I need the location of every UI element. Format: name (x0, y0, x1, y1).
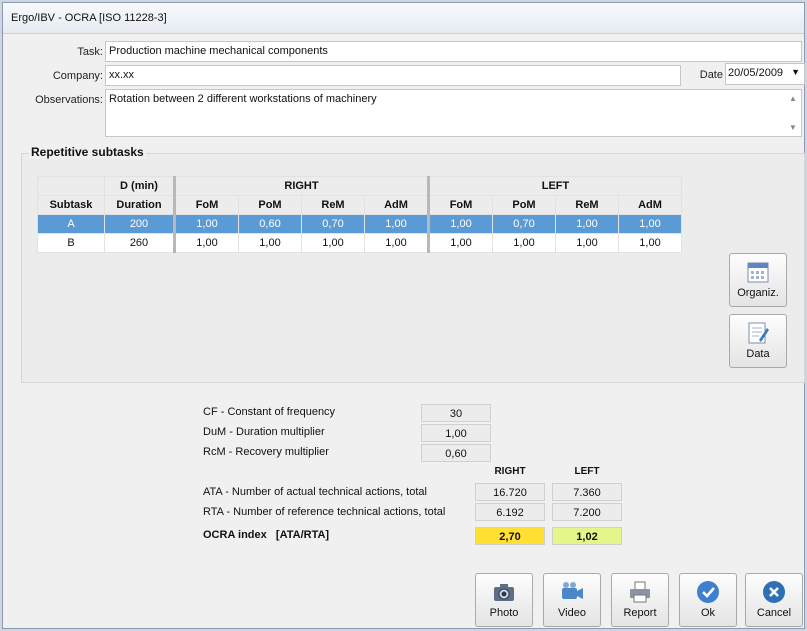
cell-duration[interactable]: 260 (104, 233, 175, 253)
cell-r-adm[interactable]: 1,00 (364, 214, 429, 234)
col-r-pom-header: PoM (238, 195, 302, 215)
col-r-rem-header: ReM (301, 195, 365, 215)
company-input[interactable]: xx.xx (105, 65, 681, 86)
organiz-button[interactable]: Organiz. (729, 253, 787, 307)
cell-r-fom[interactable]: 1,00 (173, 233, 239, 253)
scroll-down-icon[interactable]: ▼ (787, 123, 799, 132)
cell-r-fom[interactable]: 1,00 (173, 214, 239, 234)
ok-button[interactable]: Ok (679, 573, 737, 627)
cell-l-pom[interactable]: 0,70 (492, 214, 556, 234)
cell-r-rem[interactable]: 0,70 (301, 214, 365, 234)
cf-label: CF - Constant of frequency (203, 406, 336, 418)
subtasks-title: Repetitive subtasks (29, 145, 146, 159)
photo-button[interactable]: Photo (475, 573, 533, 627)
video-button[interactable]: Video (543, 573, 601, 627)
cell-r-pom[interactable]: 0,60 (238, 214, 302, 234)
col-l-adm-header: AdM (618, 195, 682, 215)
col-l-pom-header: PoM (492, 195, 556, 215)
left-header: LEFT (427, 176, 682, 196)
data-label: Data (746, 348, 770, 360)
observations-textarea[interactable]: Rotation between 2 different workstation… (105, 89, 802, 137)
observations-label: Observations: (35, 94, 103, 106)
cancel-icon (763, 581, 785, 603)
cf-value: 30 (421, 404, 491, 422)
company-label: Company: (52, 70, 103, 82)
col-subtask-spacer (37, 176, 105, 196)
table-row[interactable]: B 260 1,00 1,00 1,00 1,00 1,00 1,00 1,00… (37, 233, 682, 253)
organiz-label: Organiz. (737, 287, 779, 299)
rta-left-value: 7.200 (552, 503, 622, 521)
ata-left-value: 7.360 (552, 483, 622, 501)
cell-l-fom[interactable]: 1,00 (427, 214, 493, 234)
calendar-icon (747, 262, 769, 283)
rcm-label: RcM - Recovery multiplier (203, 446, 329, 458)
video-label: Video (558, 607, 586, 619)
ok-label: Ok (700, 607, 716, 619)
subtasks-table: D (min) RIGHT LEFT Subtask Duration FoM … (37, 176, 682, 253)
col-r-fom-header: FoM (173, 195, 239, 215)
ocra-right-value: 2,70 (475, 527, 545, 545)
cell-l-fom[interactable]: 1,00 (427, 233, 493, 253)
camera-icon (494, 584, 514, 601)
cell-r-adm[interactable]: 1,00 (364, 233, 429, 253)
right-header: RIGHT (173, 176, 429, 196)
dum-label: DuM - Duration multiplier (203, 426, 325, 438)
cell-r-rem[interactable]: 1,00 (301, 233, 365, 253)
data-button[interactable]: Data (729, 314, 787, 368)
observations-text: Rotation between 2 different workstation… (109, 93, 377, 105)
ata-label: ATA - Number of actual technical actions… (203, 486, 427, 498)
date-picker[interactable]: 20/05/2009 ▼ (725, 63, 805, 85)
photo-label: Photo (489, 607, 519, 619)
video-camera-icon (562, 582, 583, 599)
date-value: 20/05/2009 (728, 67, 784, 79)
rcm-value: 0,60 (421, 444, 491, 462)
checkmark-icon (697, 581, 719, 603)
rta-right-value: 6.192 (475, 503, 545, 521)
report-button[interactable]: Report (611, 573, 669, 627)
observations-scrollbar[interactable]: ▲ ▼ (787, 92, 799, 134)
rta-label: RTA - Number of reference technical acti… (203, 506, 446, 518)
col-l-fom-header: FoM (427, 195, 493, 215)
col-l-rem-header: ReM (555, 195, 619, 215)
cell-l-pom[interactable]: 1,00 (492, 233, 556, 253)
summary-left-header: LEFT (574, 466, 600, 477)
task-input[interactable]: Production machine mechanical components (105, 41, 802, 62)
cell-l-rem[interactable]: 1,00 (555, 233, 619, 253)
cancel-button[interactable]: Cancel (745, 573, 803, 627)
cell-duration[interactable]: 200 (104, 214, 175, 234)
chevron-down-icon[interactable]: ▼ (791, 67, 800, 77)
col-duration-header: Duration (104, 195, 175, 215)
col-r-adm-header: AdM (364, 195, 429, 215)
cell-subtask[interactable]: A (37, 214, 105, 234)
col-dmin-header: D (min) (104, 176, 175, 196)
dum-value: 1,00 (421, 424, 491, 442)
cell-subtask[interactable]: B (37, 233, 105, 253)
cancel-label: Cancel (756, 607, 792, 619)
task-label: Task: (77, 46, 103, 58)
cell-l-adm[interactable]: 1,00 (618, 214, 682, 234)
cell-l-rem[interactable]: 1,00 (555, 214, 619, 234)
ocra-window: Ergo/IBV - OCRA [ISO 11228-3] Task: Prod… (2, 2, 805, 629)
window-title: Ergo/IBV - OCRA [ISO 11228-3] (3, 3, 804, 34)
ocra-left-value: 1,02 (552, 527, 622, 545)
cell-r-pom[interactable]: 1,00 (238, 233, 302, 253)
edit-document-icon (748, 322, 769, 344)
ata-right-value: 16.720 (475, 483, 545, 501)
col-subtask-header: Subtask (37, 195, 105, 215)
cell-l-adm[interactable]: 1,00 (618, 233, 682, 253)
date-label: Date (699, 69, 723, 81)
scroll-up-icon[interactable]: ▲ (787, 94, 799, 103)
printer-icon (630, 581, 650, 603)
summary-right-header: RIGHT (494, 466, 526, 477)
report-label: Report (623, 607, 657, 619)
table-row[interactable]: A 200 1,00 0,60 0,70 1,00 1,00 0,70 1,00… (37, 214, 682, 234)
ocra-label: OCRA index [ATA/RTA] (203, 529, 330, 541)
